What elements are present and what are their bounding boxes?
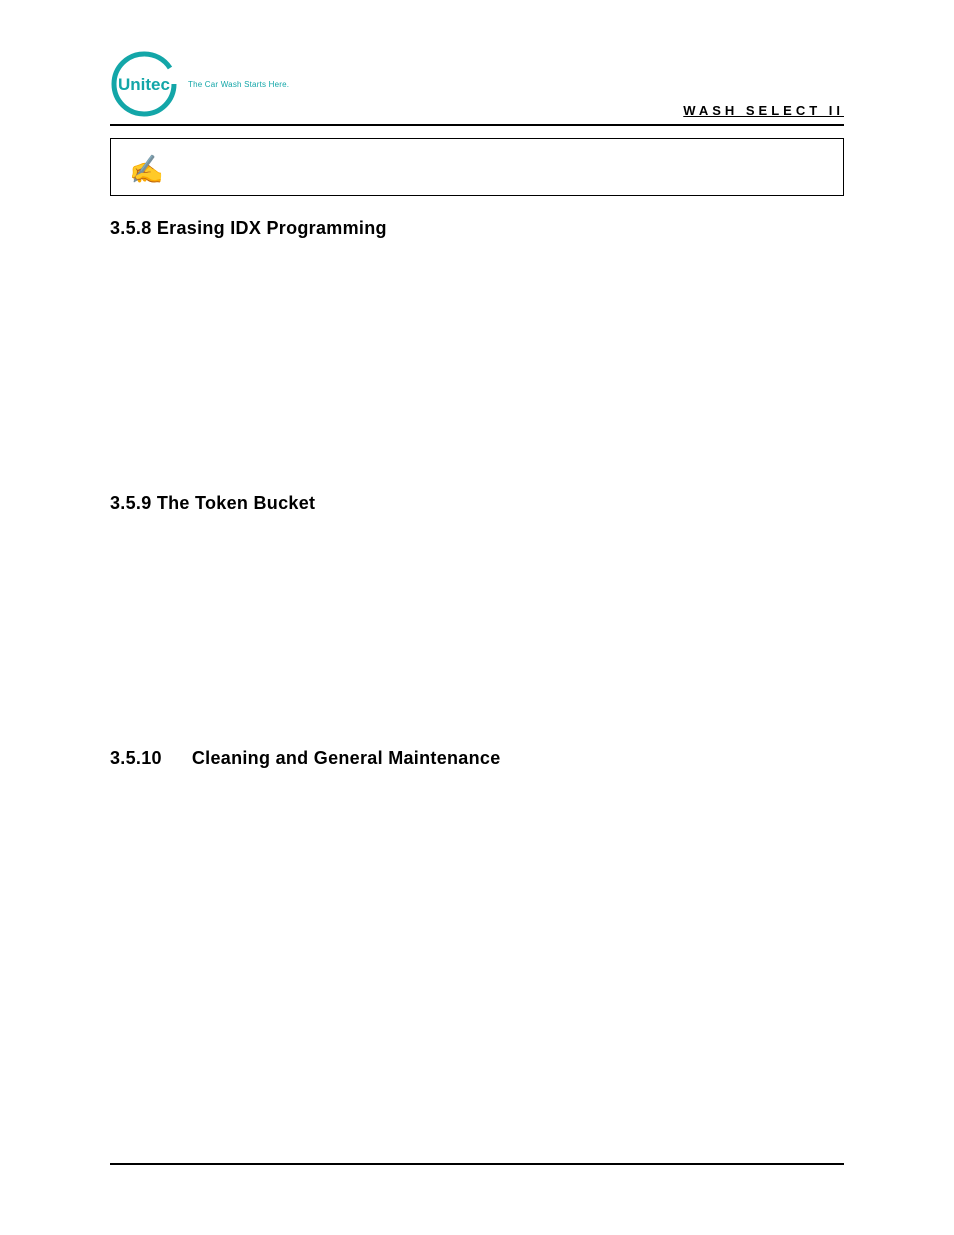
- header-divider: [110, 124, 844, 126]
- section-body-3510: [110, 785, 844, 1065]
- pencil-note-icon: ✍: [129, 153, 164, 181]
- section-heading-359: 3.5.9 The Token Bucket: [110, 493, 844, 514]
- section-number-3510: 3.5.10: [110, 748, 162, 769]
- section-heading-3510: 3.5.10 Cleaning and General Maintenance: [110, 748, 844, 769]
- page-header: Unitec The Car Wash Starts Here. WASH SE…: [110, 50, 844, 118]
- section-heading-358: 3.5.8 Erasing IDX Programming: [110, 218, 844, 239]
- brand-logo-text: Unitec: [118, 75, 170, 94]
- brand-tagline: The Car Wash Starts Here.: [188, 80, 289, 89]
- document-page: Unitec The Car Wash Starts Here. WASH SE…: [0, 0, 954, 1235]
- section-body-358: [110, 255, 844, 475]
- footer-divider: [110, 1163, 844, 1165]
- brand-logo-icon: Unitec: [110, 50, 178, 118]
- section-body-359: [110, 530, 844, 730]
- note-callout: ✍: [110, 138, 844, 196]
- section-title-3510: Cleaning and General Maintenance: [192, 748, 501, 769]
- document-title: WASH SELECT II: [683, 103, 844, 118]
- page-footer: [110, 1163, 844, 1165]
- logo-block: Unitec The Car Wash Starts Here.: [110, 50, 289, 118]
